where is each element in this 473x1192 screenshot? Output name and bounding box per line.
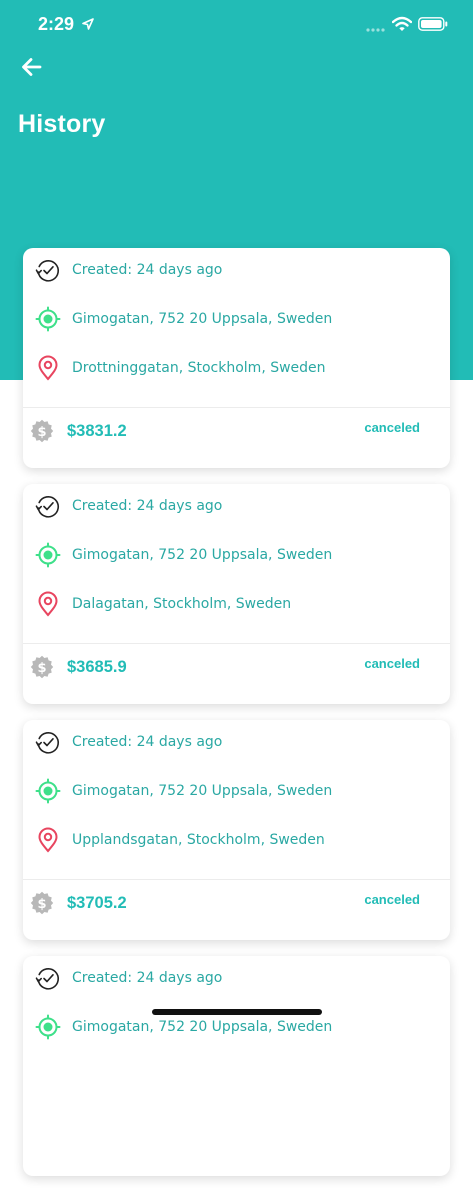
trip-card[interactable]: Created: 24 days ago Gimogatan, 752 20 U… [23, 484, 450, 704]
crosshair-location-icon [35, 1014, 61, 1040]
trip-status-badge: canceled [364, 420, 420, 435]
created-text: Created: 24 days ago [72, 262, 223, 278]
trip-card[interactable]: Created: 24 days ago Gimogatan, 752 20 U… [23, 720, 450, 940]
created-row: Created: 24 days ago [35, 965, 222, 991]
dropoff-row: Drottninggatan, Stockholm, Sweden [35, 355, 326, 381]
map-pin-icon [38, 591, 58, 617]
price-row: $ $3831.2 [29, 418, 127, 444]
created-row: Created: 24 days ago [35, 729, 222, 755]
dollar-coin-icon: $ [30, 419, 54, 443]
map-pin-icon [38, 827, 58, 853]
pickup-row: Gimogatan, 752 20 Uppsala, Sweden [35, 1014, 332, 1040]
clock-history-icon [35, 968, 59, 990]
home-indicator[interactable] [152, 1009, 322, 1015]
location-arrow-icon [82, 18, 94, 30]
dropoff-address: Drottninggatan, Stockholm, Sweden [72, 360, 326, 376]
clock-history-icon [35, 732, 59, 754]
trip-price: $3705.2 [67, 893, 127, 912]
pickup-row: Gimogatan, 752 20 Uppsala, Sweden [35, 306, 332, 332]
created-row: Created: 24 days ago [35, 493, 222, 519]
page-title: History [18, 110, 106, 138]
svg-text:$: $ [37, 425, 46, 440]
back-arrow-icon[interactable] [18, 54, 46, 80]
clock-history-icon [35, 496, 59, 518]
price-row: $ $3685.9 [29, 654, 127, 680]
trip-card[interactable]: Created: 24 days ago Gimogatan, 752 20 U… [23, 956, 450, 1176]
svg-text:$: $ [37, 897, 46, 912]
pickup-address: Gimogatan, 752 20 Uppsala, Sweden [72, 1019, 333, 1035]
created-text: Created: 24 days ago [72, 970, 223, 986]
pickup-address: Gimogatan, 752 20 Uppsala, Sweden [72, 547, 333, 563]
card-divider [23, 643, 450, 644]
map-pin-icon [38, 355, 58, 381]
status-time: 2:29 [38, 14, 75, 34]
pickup-row: Gimogatan, 752 20 Uppsala, Sweden [35, 542, 332, 568]
battery-icon [418, 17, 448, 31]
clock-history-icon [35, 260, 59, 282]
created-text: Created: 24 days ago [72, 498, 223, 514]
pickup-row: Gimogatan, 752 20 Uppsala, Sweden [35, 778, 332, 804]
crosshair-location-icon [35, 542, 61, 568]
price-row: $ $3705.2 [29, 890, 127, 916]
cellular-signal-icon [366, 28, 385, 32]
dropoff-row: Dalagatan, Stockholm, Sweden [35, 591, 291, 617]
trip-status-badge: canceled [364, 892, 420, 907]
trip-card[interactable]: Created: 24 days ago Gimogatan, 752 20 U… [23, 248, 450, 468]
dollar-coin-icon: $ [30, 655, 54, 679]
trip-price: $3685.9 [67, 657, 127, 676]
dropoff-address: Upplandsgatan, Stockholm, Sweden [72, 832, 325, 848]
card-divider [23, 879, 450, 880]
status-bar: 2:29 [0, 0, 473, 52]
crosshair-location-icon [35, 778, 61, 804]
card-divider [23, 407, 450, 408]
dropoff-address: Dalagatan, Stockholm, Sweden [72, 596, 292, 612]
created-row: Created: 24 days ago [35, 257, 222, 283]
history-list[interactable]: Created: 24 days ago Gimogatan, 752 20 U… [23, 248, 450, 1192]
dropoff-row: Upplandsgatan, Stockholm, Sweden [35, 827, 325, 853]
pickup-address: Gimogatan, 752 20 Uppsala, Sweden [72, 783, 333, 799]
trip-status-badge: canceled [364, 656, 420, 671]
trip-price: $3831.2 [67, 421, 127, 440]
pickup-address: Gimogatan, 752 20 Uppsala, Sweden [72, 311, 333, 327]
wifi-icon [392, 16, 412, 31]
crosshair-location-icon [35, 306, 61, 332]
created-text: Created: 24 days ago [72, 734, 223, 750]
svg-text:$: $ [37, 661, 46, 676]
dollar-coin-icon: $ [30, 891, 54, 915]
